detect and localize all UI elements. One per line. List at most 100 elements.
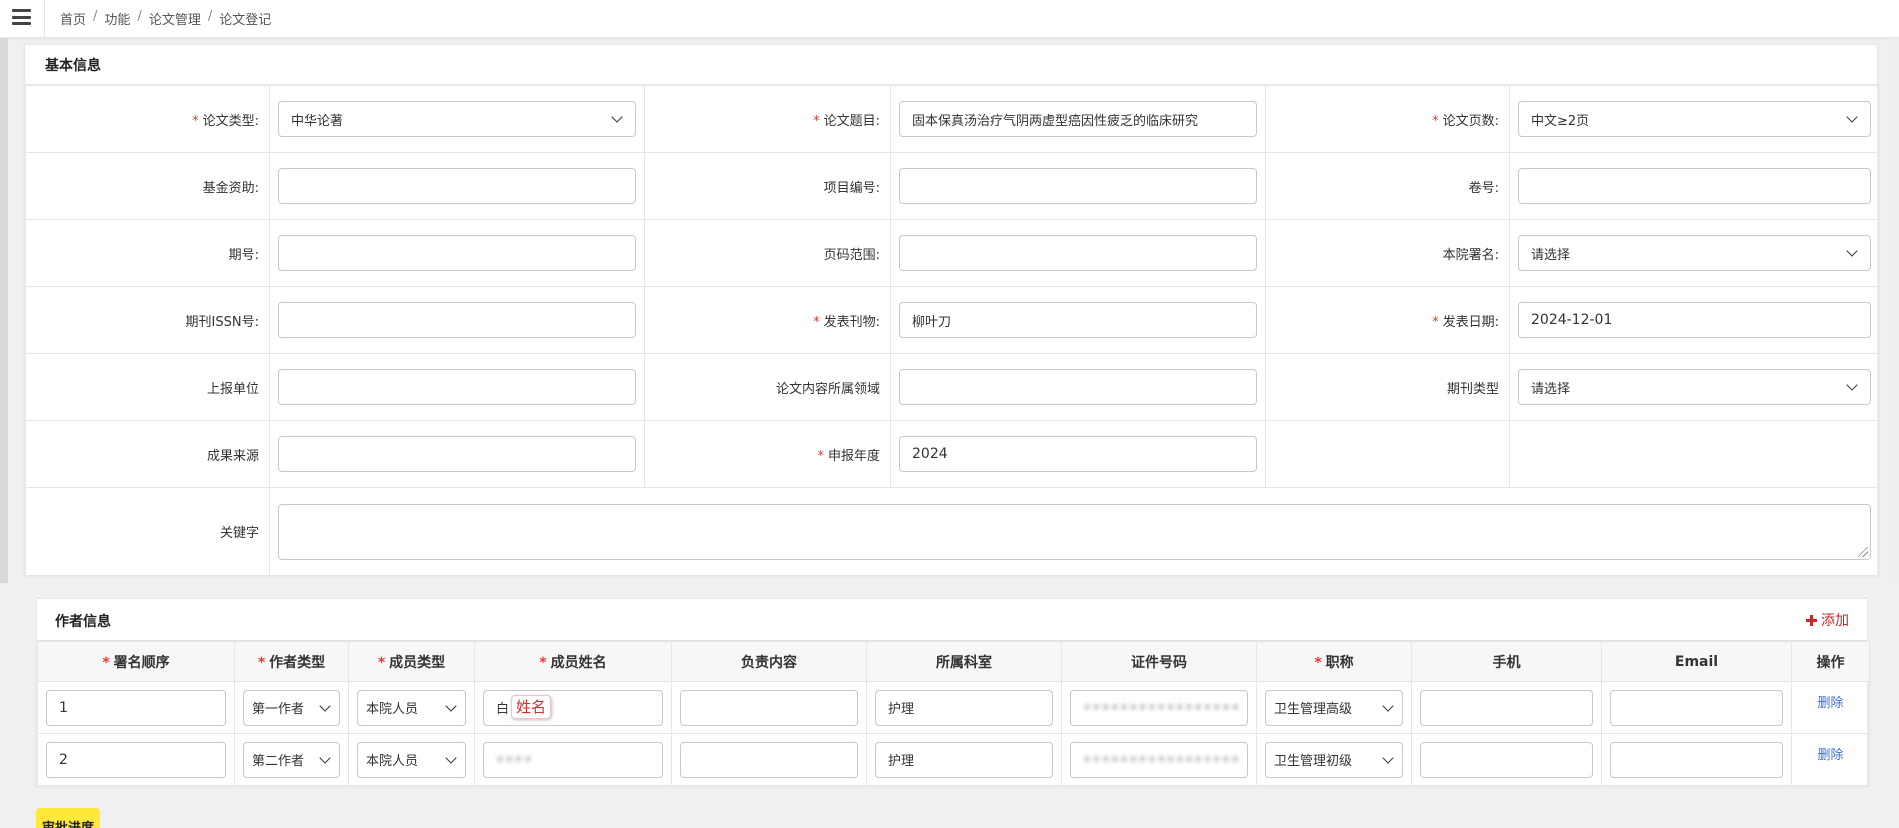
publish-date-input[interactable]: 2024-12-01 <box>1518 302 1871 338</box>
table-row: 1 第一作者 本院人员 白姓名 护理 ••••••••••••••••• 卫生管… <box>37 681 1870 734</box>
email-input[interactable] <box>1610 689 1783 726</box>
duty-input[interactable] <box>680 689 858 726</box>
professional-title-select[interactable]: 卫生管理初级 <box>1265 741 1403 778</box>
breadcrumb-paper-management[interactable]: 论文管理 <box>149 9 201 28</box>
id-number-input[interactable]: ••••••••••••••••• <box>1070 741 1248 778</box>
hospital-sign-label: 本院署名: <box>1265 219 1510 287</box>
author-info-title: 作者信息 <box>55 614 111 630</box>
page-count-label: * 论文页数: <box>1265 85 1510 153</box>
approval-progress-button[interactable]: 审批进度 <box>36 808 100 828</box>
id-number-input[interactable]: ••••••••••••••••• <box>1070 689 1248 726</box>
journal-type-label: 期刊类型 <box>1265 353 1510 421</box>
column-header: Email <box>1601 641 1792 682</box>
chevron-down-icon <box>1846 245 1858 257</box>
volume-input[interactable] <box>1518 168 1871 204</box>
table-row: 2 第二作者 本院人员 •••• 护理 ••••••••••••••••• 卫生… <box>37 733 1870 786</box>
resize-grip-icon[interactable] <box>1858 546 1868 557</box>
delete-row-link[interactable]: 删除 <box>1817 696 1843 711</box>
journal-input[interactable]: 柳叶刀 <box>899 302 1257 338</box>
chevron-down-icon <box>1846 379 1858 391</box>
column-header: * 职称 <box>1256 641 1412 682</box>
column-header: 手机 <box>1411 641 1602 682</box>
issn-input[interactable] <box>278 302 636 338</box>
chevron-down-icon <box>319 699 331 712</box>
report-unit-input[interactable] <box>278 369 636 405</box>
breadcrumb-home[interactable]: 首页 <box>60 9 86 28</box>
member-name-input[interactable]: •••• <box>483 741 663 778</box>
hospital-sign-select[interactable]: 请选择 <box>1518 235 1871 271</box>
column-header: 证件号码 <box>1061 641 1257 682</box>
breadcrumb-paper-register: 论文登记 <box>219 13 272 28</box>
author-type-select[interactable]: 第一作者 <box>243 689 340 726</box>
left-edge-strip <box>0 38 8 583</box>
report-year-input[interactable]: 2024 <box>899 436 1257 472</box>
professional-title-select[interactable]: 卫生管理高级 <box>1265 689 1403 726</box>
chevron-down-icon <box>445 699 457 712</box>
member-type-select[interactable]: 本院人员 <box>357 741 466 778</box>
dept-input[interactable]: 护理 <box>875 689 1053 726</box>
phone-input[interactable] <box>1420 689 1593 726</box>
breadcrumb: 首页 / 功能 / 论文管理 / 论文登记 <box>60 9 271 28</box>
paper-title-input[interactable]: 固本保真汤治疗气阴两虚型癌因性疲乏的临床研究 <box>899 101 1257 137</box>
keywords-textarea[interactable] <box>278 503 1871 560</box>
fund-label: 基金资助: <box>25 152 270 220</box>
page-range-input[interactable] <box>899 235 1257 271</box>
breadcrumb-function[interactable]: 功能 <box>104 9 130 28</box>
paper-title-label: * 论文题目: <box>644 85 891 153</box>
order-input[interactable]: 1 <box>46 689 226 726</box>
basic-info-title: 基本信息 <box>25 45 1877 85</box>
right-edge-strip <box>1890 38 1899 583</box>
column-header: * 作者类型 <box>234 641 349 682</box>
column-header: * 成员类型 <box>348 641 475 682</box>
member-name-input[interactable]: 白 <box>483 689 663 726</box>
page-range-label: 页码范围: <box>644 219 891 287</box>
content-field-label: 论文内容所属领域 <box>644 353 891 421</box>
author-info-header: 作者信息 添加 <box>37 599 1867 641</box>
breadcrumb-separator: / <box>93 9 98 24</box>
breadcrumb-separator: / <box>207 9 213 24</box>
column-header: * 成员姓名 <box>474 641 672 682</box>
basic-info-panel: 基本信息 * 论文类型: 中华论著 * 论文题目: 固本保真汤治疗气阴两虚型癌因性疲… <box>24 44 1880 576</box>
phone-input[interactable] <box>1420 741 1593 778</box>
member-type-select[interactable]: 本院人员 <box>357 689 466 726</box>
column-header: 负责内容 <box>671 641 867 682</box>
author-type-select[interactable]: 第二作者 <box>243 741 340 778</box>
chevron-down-icon <box>319 751 331 764</box>
page-count-select[interactable]: 中文≥2页 <box>1518 101 1871 137</box>
chevron-down-icon <box>1382 751 1394 764</box>
empty-cell <box>1265 420 1510 488</box>
delete-row-link[interactable]: 删除 <box>1817 748 1843 763</box>
source-input[interactable] <box>278 436 636 472</box>
keywords-label: 关键字 <box>25 487 270 576</box>
paper-type-select[interactable]: 中华论著 <box>278 101 636 137</box>
order-input[interactable]: 2 <box>46 741 226 778</box>
author-table-header: * 署名顺序 * 作者类型 * 成员类型 * 成员姓名 负责内容 所属科室 证件号码 *… <box>37 641 1870 682</box>
basic-info-form: * 论文类型: 中华论著 * 论文题目: 固本保真汤治疗气阴两虚型癌因性疲乏的临床研… <box>25 85 1880 576</box>
paper-type-label: * 论文类型: <box>25 85 270 153</box>
duty-input[interactable] <box>680 741 858 778</box>
project-no-input[interactable] <box>899 168 1257 204</box>
content-field-input[interactable] <box>899 369 1257 405</box>
column-header: 操作 <box>1791 641 1870 682</box>
issue-label: 期号: <box>25 219 270 287</box>
chevron-down-icon <box>1382 699 1394 712</box>
name-tooltip: 姓名 <box>511 694 552 719</box>
column-header: 所属科室 <box>866 641 1062 682</box>
add-author-button[interactable]: 添加 <box>1806 610 1849 630</box>
author-info-panel: 作者信息 添加 * 署名顺序 * 作者类型 * 成员类型 * 成员姓名 负责内容 所属科… <box>36 598 1870 786</box>
email-input[interactable] <box>1610 741 1783 778</box>
hamburger-menu-icon[interactable] <box>12 9 31 25</box>
chevron-down-icon <box>445 751 457 764</box>
journal-type-select[interactable]: 请选择 <box>1518 369 1871 405</box>
column-header: * 署名顺序 <box>37 641 235 682</box>
dept-input[interactable]: 护理 <box>875 741 1053 778</box>
source-label: 成果来源 <box>25 420 270 488</box>
report-year-label: * 申报年度 <box>644 420 891 488</box>
breadcrumb-separator: / <box>137 9 142 24</box>
author-table: * 署名顺序 * 作者类型 * 成员类型 * 成员姓名 负责内容 所属科室 证件号码 *… <box>37 641 1870 786</box>
empty-cell <box>1509 420 1880 488</box>
issue-input[interactable] <box>278 235 636 271</box>
report-unit-label: 上报单位 <box>25 353 270 421</box>
topbar-divider <box>44 0 45 38</box>
fund-input[interactable] <box>278 168 636 204</box>
